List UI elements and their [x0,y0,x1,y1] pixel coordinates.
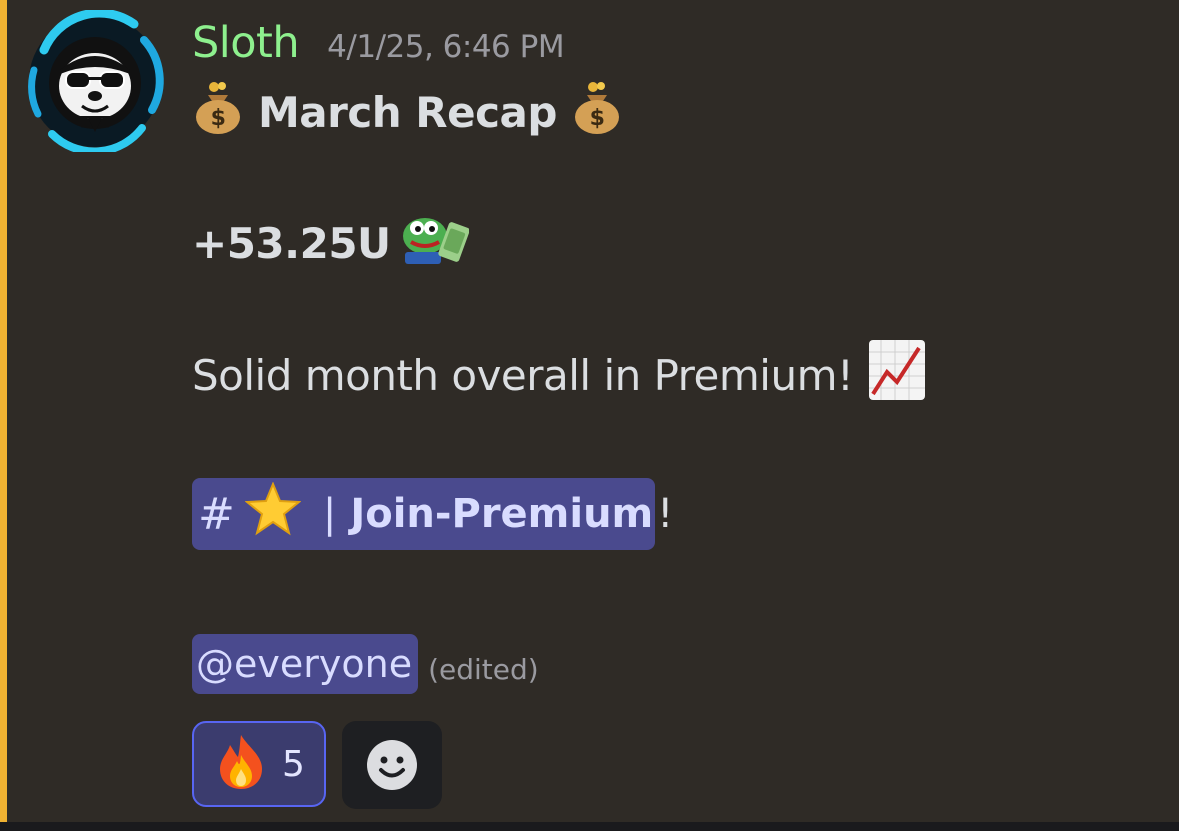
money-bag-icon: $ [192,79,244,145]
author-name[interactable]: Sloth [192,18,300,68]
channel-trailing-text: ! [657,491,674,537]
reaction-count: 5 [282,743,305,785]
channel-hash-icon: # [198,488,235,540]
recap-title: March Recap [258,87,557,137]
fire-icon [214,733,268,795]
money-bag-icon: $ [571,79,623,145]
mention-highlight-bar [0,0,7,831]
profit-value: +53.25U [192,218,391,268]
add-reaction-icon [367,740,417,790]
message-timestamp[interactable]: 4/1/25, 6:46 PM [327,29,564,65]
body-text-line: Solid month overall in Premium! [192,340,927,408]
chart-increasing-icon [867,338,927,412]
star-icon [244,481,302,546]
profit-line: +53.25U [192,210,470,276]
channel-separator: | [322,491,337,537]
everyone-mention-line: @everyone (edited) [192,634,539,694]
svg-text:$: $ [590,106,605,131]
recap-title-line: $ March Recap $ [192,82,623,142]
sloth-avatar-icon [28,8,164,156]
channel-name: Join-Premium [350,491,654,537]
channel-mention-line: # | Join-Premium ! [192,478,673,550]
bottom-divider [0,822,1179,831]
channel-mention-join-premium[interactable]: # | Join-Premium [192,478,656,550]
author-avatar[interactable] [24,8,166,156]
body-text: Solid month overall in Premium! [192,350,854,400]
edited-label: (edited) [428,653,539,686]
message-header: Sloth 4/1/25, 6:46 PM [192,18,565,70]
svg-text:$: $ [211,106,226,131]
reaction-fire[interactable]: 5 [192,721,326,807]
pepe-cash-emoji[interactable] [399,210,470,276]
everyone-mention[interactable]: @everyone [192,634,419,694]
add-reaction-button[interactable] [342,721,442,809]
